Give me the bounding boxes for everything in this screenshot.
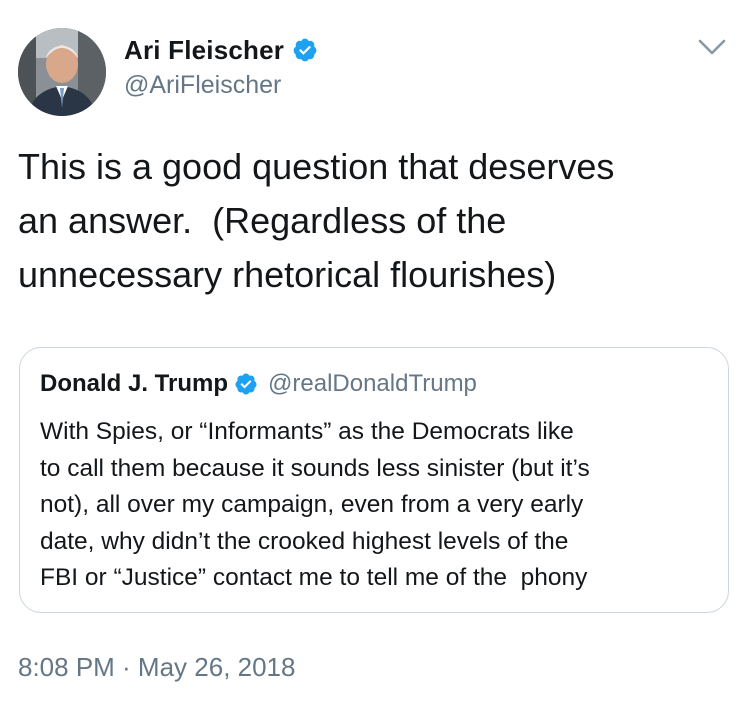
- quoted-handle: @realDonaldTrump: [268, 370, 477, 397]
- author-info: Ari Fleischer @AriFleischer: [124, 33, 318, 100]
- verified-badge-icon: [293, 38, 317, 62]
- quoted-tweet[interactable]: Donald J. Trump @realDonaldTrump With Sp…: [19, 347, 729, 613]
- author-avatar[interactable]: [18, 28, 106, 116]
- quoted-display-name: Donald J. Trump: [40, 370, 229, 397]
- author-handle[interactable]: @AriFleischer: [124, 71, 318, 100]
- quoted-tweet-header: Donald J. Trump @realDonaldTrump: [40, 370, 477, 398]
- avatar-photo-icon: [18, 28, 106, 116]
- quoted-tweet-text: With Spies, or “Informants” as the Democ…: [40, 418, 590, 591]
- tweet-timestamp[interactable]: 8:08 PM · May 26, 2018: [18, 652, 295, 683]
- chevron-down-icon[interactable]: [697, 36, 727, 58]
- display-name-row: Ari Fleischer: [124, 33, 318, 67]
- author-display-name[interactable]: Ari Fleischer: [124, 35, 284, 66]
- tweet-card: Ari Fleischer @AriFleischer This is a go…: [0, 0, 750, 711]
- tweet-text: This is a good question that deserves an…: [18, 146, 615, 295]
- verified-badge-icon: [235, 373, 257, 395]
